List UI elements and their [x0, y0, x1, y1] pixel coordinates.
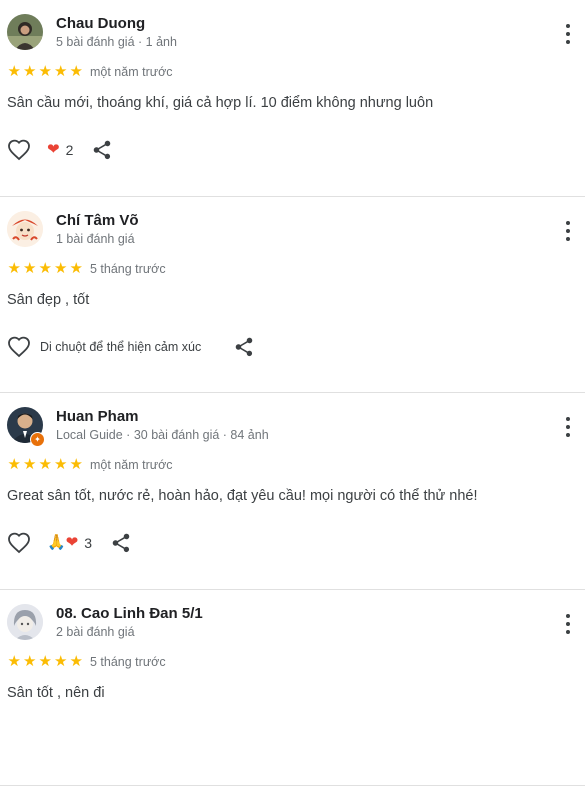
star-icon: ★	[69, 457, 84, 472]
more-vert-icon	[566, 221, 570, 225]
review-text: Sân tốt , nên đi	[7, 685, 105, 701]
reviewer-meta: 2 bài đánh giá	[56, 625, 135, 639]
star-icon: ★	[54, 457, 69, 472]
review-actions: Di chuột để thể hiện cảm xúc	[7, 335, 255, 359]
star-icon: ★	[23, 457, 38, 472]
review-card: Chí Tâm Võ 1 bài đánh giá ★ ★ ★ ★ ★ 5 th…	[0, 197, 585, 394]
star-icon: ★	[38, 261, 53, 276]
reaction-hint: Di chuột để thể hiện cảm xúc	[40, 340, 201, 354]
reaction-summary[interactable]: ❤ 2	[47, 142, 73, 158]
star-icon: ★	[69, 654, 84, 669]
reviewer-avatar[interactable]	[7, 211, 43, 247]
share-button[interactable]	[233, 336, 255, 358]
more-options-button[interactable]	[561, 221, 575, 241]
review-time: một năm trước	[90, 65, 173, 79]
share-icon	[91, 139, 113, 161]
review-text: Sân đẹp , tốt	[7, 292, 89, 308]
star-icon: ★	[23, 654, 38, 669]
more-vert-icon	[566, 417, 570, 421]
star-icon: ★	[54, 64, 69, 79]
review-actions: 🙏❤ 3	[7, 531, 132, 555]
star-icon: ★	[7, 457, 22, 472]
star-icon: ★	[23, 261, 38, 276]
more-options-button[interactable]	[561, 417, 575, 437]
review-time: 5 tháng trước	[90, 262, 166, 276]
review-time: 5 tháng trước	[90, 655, 166, 669]
reviewer-meta: 1 bài đánh giá	[56, 232, 135, 246]
heart-outline-icon[interactable]	[7, 335, 31, 359]
pray-heart-reaction-icon: 🙏❤	[47, 535, 78, 551]
review-text: Sân cầu mới, thoáng khí, giá cả hợp lí. …	[7, 95, 433, 111]
reviewer-meta: 5 bài đánh giá · 1 ảnh	[56, 35, 177, 49]
review-actions: ❤ 2	[7, 138, 113, 162]
more-vert-icon	[566, 24, 570, 28]
review-card: Chau Duong 5 bài đánh giá · 1 ảnh ★ ★ ★ …	[0, 0, 585, 197]
star-icon: ★	[54, 261, 69, 276]
star-rating: ★ ★ ★ ★ ★	[7, 261, 84, 276]
star-icon: ★	[69, 64, 84, 79]
review-time: một năm trước	[90, 458, 173, 472]
more-vert-icon	[566, 614, 570, 618]
reviewer-avatar[interactable]	[7, 14, 43, 50]
star-icon: ★	[38, 654, 53, 669]
heart-outline-icon[interactable]	[7, 531, 31, 555]
star-rating: ★ ★ ★ ★ ★	[7, 654, 84, 669]
local-guide-badge-icon: ✦	[30, 432, 45, 447]
reviewer-name[interactable]: Chí Tâm Võ	[56, 212, 139, 229]
share-button[interactable]	[110, 532, 132, 554]
more-options-button[interactable]	[561, 24, 575, 44]
star-icon: ★	[69, 261, 84, 276]
reaction-count: 2	[66, 142, 74, 158]
share-icon	[233, 336, 255, 358]
star-icon: ★	[7, 654, 22, 669]
reviewer-name[interactable]: Huan Pham	[56, 408, 139, 425]
star-rating: ★ ★ ★ ★ ★	[7, 64, 84, 79]
star-icon: ★	[38, 457, 53, 472]
review-card: 08. Cao Linh Đan 5/1 2 bài đánh giá ★ ★ …	[0, 590, 585, 786]
reviewer-name[interactable]: Chau Duong	[56, 15, 145, 32]
review-text: Great sân tốt, nước rẻ, hoàn hảo, đạt yê…	[7, 488, 478, 504]
star-icon: ★	[7, 64, 22, 79]
share-icon	[110, 532, 132, 554]
reviewer-avatar[interactable]	[7, 604, 43, 640]
star-icon: ★	[7, 261, 22, 276]
share-button[interactable]	[91, 139, 113, 161]
reaction-summary[interactable]: 🙏❤ 3	[47, 535, 92, 551]
heart-reaction-icon: ❤	[47, 142, 60, 158]
heart-outline-icon[interactable]	[7, 138, 31, 162]
reaction-count: 3	[84, 535, 92, 551]
reviewer-meta: Local Guide · 30 bài đánh giá · 84 ảnh	[56, 428, 269, 442]
star-icon: ★	[38, 64, 53, 79]
star-icon: ★	[54, 654, 69, 669]
reviewer-name[interactable]: 08. Cao Linh Đan 5/1	[56, 605, 203, 622]
review-card: ✦ Huan Pham Local Guide · 30 bài đánh gi…	[0, 393, 585, 590]
star-icon: ★	[23, 64, 38, 79]
more-options-button[interactable]	[561, 614, 575, 634]
star-rating: ★ ★ ★ ★ ★	[7, 457, 84, 472]
